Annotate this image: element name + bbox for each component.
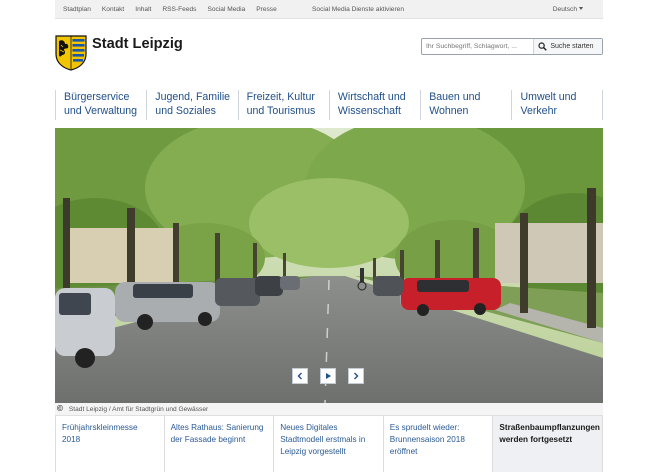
- news-tab-text: Leipzig vorgestellt: [280, 447, 346, 456]
- nav-item-buergerservice[interactable]: Bürgerservice und Verwaltung: [55, 90, 146, 120]
- news-tab-text: der Fassade beginnt: [170, 435, 246, 444]
- search-input[interactable]: [422, 39, 534, 54]
- news-tab-text: Frühjahrskleinmesse: [62, 423, 138, 432]
- nav-item-wirtschaft[interactable]: Wirtschaft und Wissenschaft: [328, 90, 420, 120]
- search-button[interactable]: Suche starten: [533, 39, 602, 54]
- search-button-label: Suche starten: [550, 43, 594, 50]
- hero-image-tree-lined-street: [55, 128, 603, 403]
- news-tab-stadtmodell[interactable]: Neues Digitales Stadtmodell erstmals in …: [274, 416, 384, 472]
- main-navigation: Bürgerservice und Verwaltung Jugend, Fam…: [55, 90, 603, 120]
- news-tab-text: Straßenbaumpflanzungen: [499, 423, 600, 432]
- nav-item-label: Bauen und: [429, 91, 481, 103]
- nav-item-umwelt-verkehr[interactable]: Umwelt und Verkehr: [511, 90, 603, 120]
- news-tab-text: eröffnet: [389, 447, 418, 456]
- magnifier-icon: [538, 42, 548, 51]
- nav-item-label: Bürgerservice: [64, 91, 130, 103]
- nav-item-jugend-familie[interactable]: Jugend, Familie und Soziales: [146, 90, 237, 120]
- utility-link-inhalt[interactable]: Inhalt: [135, 6, 151, 13]
- news-tab-text: Altes Rathaus: Sanierung: [170, 423, 264, 432]
- social-media-activate-link[interactable]: Social Media Dienste aktivieren: [312, 0, 404, 19]
- slideshow-play-button[interactable]: [320, 368, 336, 384]
- slideshow-prev-button[interactable]: [292, 368, 308, 384]
- news-tab-text: Brunnensaison 2018: [389, 435, 465, 444]
- nav-item-bauen-wohnen[interactable]: Bauen und Wohnen: [420, 90, 511, 120]
- news-tab-text: Neues Digitales: [280, 423, 338, 432]
- chevron-left-icon: [297, 372, 302, 380]
- nav-item-label: Wirtschaft und: [337, 91, 406, 103]
- news-tab-text: 2018: [62, 435, 81, 444]
- news-tab-strassenbaumpflanzungen[interactable]: Straßenbaumpflanzungen werden fortgesetz…: [493, 416, 603, 472]
- search-form: Suche starten: [421, 38, 603, 55]
- play-icon: [326, 373, 331, 379]
- copyright-icon: ©: [57, 404, 63, 413]
- page: Stadtplan Kontakt Inhalt RSS-Feeds Socia…: [55, 0, 603, 472]
- utility-link-social-media[interactable]: Social Media: [207, 6, 245, 13]
- utility-link-rss-feeds[interactable]: RSS-Feeds: [162, 6, 196, 13]
- nav-item-label: und Verwaltung: [64, 105, 138, 117]
- nav-item-label: Umwelt und: [520, 91, 577, 103]
- slideshow-controls: [292, 368, 376, 384]
- news-tab-brunnensaison[interactable]: Es sprudelt wieder: Brunnensaison 2018 e…: [384, 416, 494, 472]
- chevron-right-icon: [354, 372, 359, 380]
- city-coat-of-arms-logo[interactable]: [55, 35, 87, 71]
- news-tab-text: werden fortgesetzt: [499, 435, 573, 444]
- site-title[interactable]: Stadt Leipzig: [92, 36, 183, 52]
- utility-link-presse[interactable]: Presse: [256, 6, 277, 13]
- language-label: Deutsch: [552, 6, 577, 13]
- nav-item-label: und Soziales: [155, 105, 216, 117]
- language-selector[interactable]: Deutsch: [553, 0, 583, 19]
- news-tab-fruehjahrskleinmesse[interactable]: Frühjahrskleinmesse 2018: [55, 416, 165, 472]
- utility-link-kontakt[interactable]: Kontakt: [102, 6, 124, 13]
- nav-item-freizeit-kultur[interactable]: Freizeit, Kultur und Tourismus: [237, 90, 329, 120]
- slideshow-next-button[interactable]: [348, 368, 364, 384]
- image-credit: © Stadt Leipzig / Amt für Stadtgrün und G…: [55, 403, 603, 415]
- news-tab-text: Es sprudelt wieder:: [389, 423, 460, 432]
- nav-item-label: Freizeit, Kultur: [246, 91, 315, 103]
- utility-link-stadtplan[interactable]: Stadtplan: [63, 6, 91, 13]
- news-tab-altes-rathaus[interactable]: Altes Rathaus: Sanierung der Fassade beg…: [165, 416, 275, 472]
- news-tab-text: Stadtmodell erstmals in: [280, 435, 366, 444]
- utility-links: Stadtplan Kontakt Inhalt RSS-Feeds Socia…: [63, 0, 288, 19]
- hero-slideshow: [55, 128, 603, 403]
- image-credit-text: Stadt Leipzig / Amt für Stadtgrün und Ge…: [68, 406, 209, 413]
- nav-item-label: Verkehr: [520, 105, 557, 117]
- nav-item-label: Jugend, Familie: [155, 91, 231, 103]
- utility-bar: Stadtplan Kontakt Inhalt RSS-Feeds Socia…: [55, 0, 603, 19]
- nav-item-label: Wissenschaft: [337, 105, 401, 117]
- nav-item-label: und Tourismus: [246, 105, 316, 117]
- caret-down-icon: [579, 7, 583, 10]
- news-teaser-tabs: Frühjahrskleinmesse 2018 Altes Rathaus: …: [55, 415, 603, 472]
- nav-item-label: Wohnen: [429, 105, 469, 117]
